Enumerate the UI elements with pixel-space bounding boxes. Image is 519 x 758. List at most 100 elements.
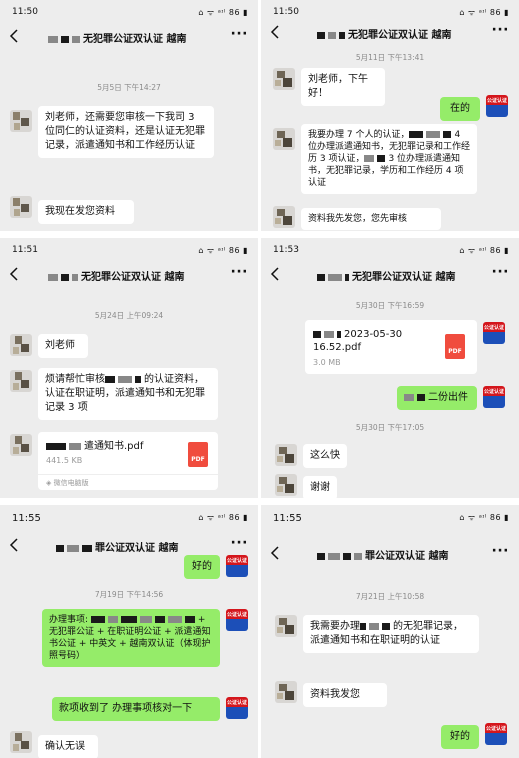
back-arrow-icon[interactable] — [8, 28, 22, 44]
chat-title-text: 罪公证双认证 越南 — [95, 543, 179, 554]
file-name: 2023-05-30 16.52.pdf — [313, 328, 443, 354]
message-timestamp: 7月19日 下午14:56 — [94, 590, 164, 599]
my-avatar[interactable]: 公证认证 — [226, 555, 248, 577]
message-timestamp: 5月30日 下午17:05 — [355, 423, 425, 432]
more-options-icon[interactable]: ··· — [231, 535, 248, 551]
chat-title: 无犯罪公证双认证 越南 — [317, 268, 485, 283]
contact-avatar[interactable] — [10, 334, 32, 356]
pdf-label: PDF — [448, 348, 462, 355]
chat-title: 罪公证双认证 越南 — [56, 539, 224, 554]
avatar-label: 公证认证 — [483, 389, 504, 395]
chat-screenshot-1: 11:50 ⌂ ᯤ ᵃᶦˡ 86 ▮ 无犯罪公证双认证 越南 ··· 5月5日 … — [0, 0, 258, 231]
chat-title-text: 无犯罪公证双认证 越南 — [348, 30, 452, 41]
status-icons: ⌂ ᯤ ᵃᶦˡ 86 ▮ — [198, 246, 248, 255]
avatar-label: 公证认证 — [226, 558, 247, 564]
back-arrow-icon[interactable] — [269, 266, 283, 282]
my-message-bubble[interactable]: 款项收到了 办理事项核对一下 — [52, 697, 220, 721]
more-options-icon[interactable]: ··· — [231, 26, 248, 42]
my-message-bubble[interactable]: 好的 — [184, 555, 220, 579]
message-text: 我要办理 7 个人的认证， — [308, 130, 410, 140]
chat-title: 无犯罪公证双认证 越南 — [317, 26, 485, 41]
pdf-file-icon: PDF — [188, 442, 208, 467]
message-bubble[interactable]: 这么快 — [303, 444, 347, 468]
contact-avatar[interactable] — [275, 681, 297, 703]
contact-avatar[interactable] — [273, 68, 295, 90]
contact-avatar[interactable] — [275, 474, 297, 496]
my-avatar[interactable]: 公证认证 — [485, 723, 507, 745]
my-avatar[interactable]: 公证认证 — [483, 386, 505, 408]
message-timestamp: 5月24日 上午09:24 — [94, 311, 164, 320]
status-bar: 11:55 ⌂ ᯤ ᵃᶦˡ 86 ▮ — [0, 505, 258, 527]
message-bubble[interactable]: 资料我发您 — [303, 683, 387, 707]
contact-avatar[interactable] — [10, 196, 32, 218]
back-arrow-icon[interactable] — [8, 266, 22, 282]
back-arrow-icon[interactable] — [8, 537, 22, 553]
message-bubble[interactable]: 确认无误 — [38, 735, 98, 758]
status-icons: ⌂ ᯤ ᵃᶦˡ 86 ▮ — [198, 513, 248, 522]
contact-avatar[interactable] — [273, 128, 295, 150]
back-arrow-icon[interactable] — [269, 24, 283, 40]
chat-screenshot-6: 11:55 ⌂ ᯤ ᵃᶦˡ 86 ▮ 罪公证双认证 越南 ··· 7月21日 上… — [261, 505, 519, 758]
chat-title-text: 无犯罪公证双认证 越南 — [81, 272, 185, 283]
status-time: 11:51 — [12, 245, 38, 255]
status-time: 11:55 — [12, 513, 41, 524]
file-message[interactable]: 遣通知书.pdf 441.5 KB PDF ◈ 微信电脑版 — [38, 432, 218, 490]
message-timestamp: 5月11日 下午13:41 — [355, 53, 425, 62]
chat-screenshot-2: 11:50 ⌂ ᯤ ᵃᶦˡ 86 ▮ 无犯罪公证双认证 越南 ··· 5月11日… — [261, 0, 519, 231]
message-text: 我需要办理 — [310, 621, 360, 632]
chat-header: 无犯罪公证双认证 越南 ··· — [0, 260, 258, 290]
message-bubble[interactable]: 我要办理 7 个人的认证， 4 位办理派遣通知书，无犯罪记录和工作经历 3 项认证… — [301, 124, 477, 194]
more-options-icon[interactable]: ··· — [231, 264, 248, 280]
contact-avatar[interactable] — [273, 206, 295, 228]
chat-title-text: 无犯罪公证双认证 越南 — [352, 272, 456, 283]
status-bar: 11:51 ⌂ ᯤ ᵃᶦˡ 86 ▮ — [0, 238, 258, 260]
file-size: 441.5 KB — [46, 456, 83, 465]
my-avatar[interactable]: 公证认证 — [486, 95, 508, 117]
my-avatar[interactable]: 公证认证 — [483, 322, 505, 344]
contact-avatar[interactable] — [275, 615, 297, 637]
message-bubble[interactable]: 刘老师，下午好！ — [301, 68, 385, 106]
more-options-icon[interactable]: ··· — [492, 22, 509, 38]
my-message-bubble[interactable]: 在的 — [440, 97, 480, 121]
contact-avatar[interactable] — [10, 731, 32, 753]
my-message-bubble[interactable]: 好的 — [441, 725, 479, 749]
avatar-label: 公证认证 — [226, 700, 247, 706]
chat-title: 无犯罪公证双认证 越南 — [48, 268, 224, 283]
status-time: 11:50 — [273, 7, 299, 17]
chat-title-text: 无犯罪公证双认证 越南 — [83, 34, 187, 45]
chat-header: 无犯罪公证双认证 越南 ··· — [261, 18, 519, 48]
avatar-label: 公证认证 — [486, 98, 507, 104]
status-time: 11:53 — [273, 245, 299, 255]
my-avatar[interactable]: 公证认证 — [226, 697, 248, 719]
contact-avatar[interactable] — [10, 370, 32, 392]
file-name: 遣通知书.pdf — [46, 440, 143, 453]
message-timestamp: 7月21日 上午10:58 — [355, 592, 425, 601]
status-bar: 11:55 ⌂ ᯤ ᵃᶦˡ 86 ▮ — [261, 505, 519, 527]
message-bubble[interactable]: 谢谢 — [303, 476, 337, 498]
message-text: 二份出件 — [428, 392, 468, 403]
more-options-icon[interactable]: ··· — [492, 264, 509, 280]
avatar-label: 公证认证 — [226, 612, 247, 618]
my-message-bubble[interactable]: 二份出件 — [397, 386, 477, 410]
more-options-icon[interactable]: ··· — [492, 543, 509, 559]
status-time: 11:55 — [273, 513, 302, 524]
contact-avatar[interactable] — [10, 110, 32, 132]
file-name-text: 遣通知书.pdf — [84, 441, 144, 452]
message-bubble[interactable]: 我现在发您资料 — [38, 200, 134, 224]
message-bubble[interactable]: 资料我先发您，您先审核 — [301, 208, 441, 230]
message-bubble[interactable]: 刘老师 — [38, 334, 88, 358]
contact-avatar[interactable] — [10, 434, 32, 456]
message-bubble[interactable]: 烦请帮忙审核 的认证资料，认证在职证明，派遣通知书和无犯罪记录 3 项 — [38, 368, 218, 420]
message-text: 办理事项: — [49, 615, 89, 625]
file-message[interactable]: 2023-05-30 16.52.pdf 3.0 MB PDF — [305, 320, 477, 374]
my-avatar[interactable]: 公证认证 — [226, 609, 248, 631]
message-bubble[interactable]: 刘老师，还需要您审核一下我司 3 位同仁的认证资料，还是认证无犯罪记录，派遣通知… — [38, 106, 214, 158]
chat-screenshot-3: 11:51 ⌂ ᯤ ᵃᶦˡ 86 ▮ 无犯罪公证双认证 越南 ··· 5月24日… — [0, 238, 258, 498]
chat-title-text: 罪公证双认证 越南 — [365, 551, 449, 562]
contact-avatar[interactable] — [275, 444, 297, 466]
back-arrow-icon[interactable] — [269, 545, 283, 561]
message-bubble[interactable]: 我需要办理 的无犯罪记录，派遣通知书和在职证明的认证 — [303, 615, 479, 653]
avatar-label: 公证认证 — [483, 325, 504, 331]
status-icons: ⌂ ᯤ ᵃᶦˡ 86 ▮ — [459, 246, 509, 255]
my-message-bubble[interactable]: 办理事项: + 无犯罪公证 + 在职证明公证 + 派遣通知书公证 + 中英文 +… — [42, 609, 220, 667]
